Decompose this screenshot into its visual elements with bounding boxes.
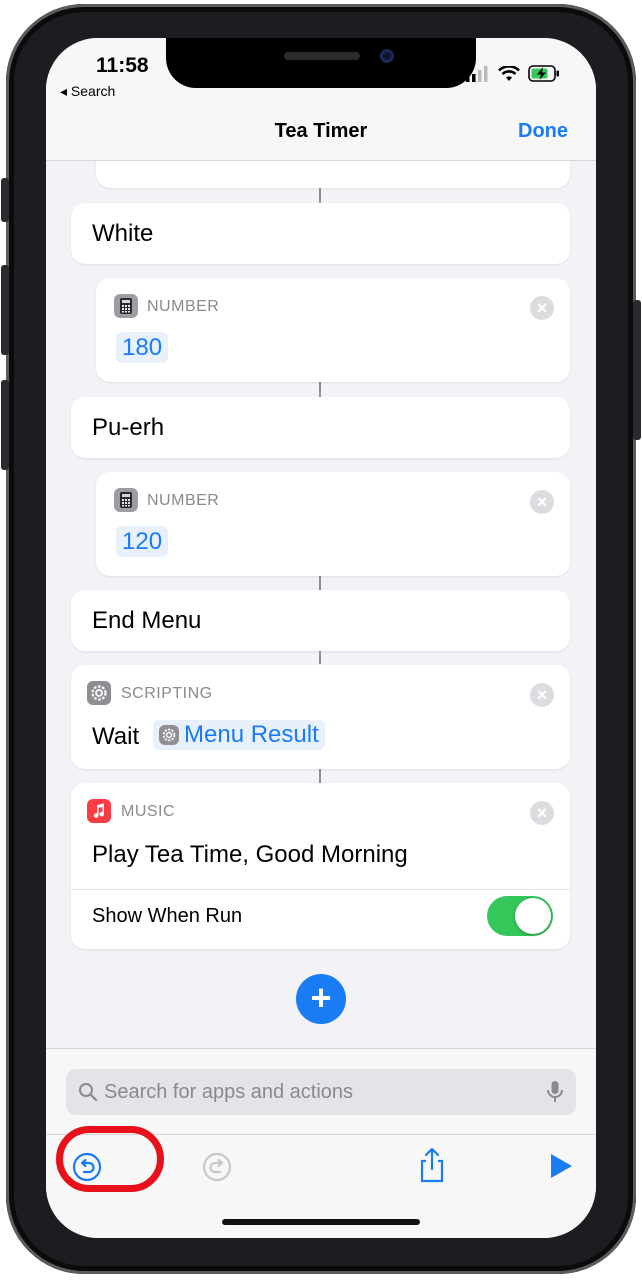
signal-icon (466, 66, 488, 82)
music-action-card[interactable]: MUSIC × Play Tea Time, Good Morning Show… (71, 783, 570, 949)
power-button (633, 300, 641, 440)
calculator-icon (114, 488, 138, 512)
search-input[interactable]: Search for apps and actions (66, 1069, 576, 1115)
back-to-search-link-overlay[interactable]: ◂ Search (60, 83, 115, 100)
speaker-overlay (284, 52, 360, 60)
battery-charging-icon (528, 65, 559, 82)
microphone-icon[interactable] (546, 1080, 564, 1104)
front-camera-overlay (380, 49, 394, 63)
share-icon[interactable] (416, 1146, 448, 1184)
connector-line (319, 769, 321, 783)
music-note-icon (87, 799, 111, 823)
connector-line (319, 382, 321, 398)
menu-item-pu-erh[interactable]: Pu-erh (71, 397, 570, 458)
screen: 11:58 ◂ Search Tea Timer Done 120 11:58 … (46, 38, 596, 1238)
music-action-title[interactable]: Play Tea Time, Good Morning (92, 841, 408, 869)
status-time-overlay: 11:58 (96, 54, 149, 77)
connector-line (319, 576, 321, 590)
divider (71, 889, 570, 890)
page-title-overlay: Tea Timer (274, 120, 368, 142)
toggle-knob (515, 898, 551, 934)
menu-item-label: White (92, 220, 154, 247)
home-indicator (222, 1219, 420, 1225)
wifi-icon (498, 66, 520, 81)
menu-result-variable[interactable]: Menu Result (153, 720, 325, 750)
number-value-field[interactable]: 120 (116, 526, 169, 557)
number-value-field[interactable]: 180 (116, 332, 169, 363)
action-caption: SCRIPTING (121, 685, 213, 702)
number-action-card[interactable]: NUMBER × 180 (96, 278, 570, 382)
remove-action-icon[interactable]: × (530, 296, 554, 320)
notch-overlay (166, 38, 476, 88)
play-icon[interactable] (548, 1152, 574, 1180)
remove-action-icon[interactable]: × (530, 683, 554, 707)
wait-action-card[interactable]: SCRIPTING × Wait Menu Result (71, 665, 570, 769)
action-caption: NUMBER (147, 492, 220, 509)
end-menu-card[interactable]: End Menu (71, 590, 570, 651)
connector-line (319, 188, 321, 204)
search-placeholder: Search for apps and actions (104, 1081, 354, 1103)
gear-icon (159, 725, 179, 745)
menu-item-label: Pu-erh (92, 414, 165, 441)
action-caption: MUSIC (121, 803, 176, 820)
menu-result-label: Menu Result (184, 721, 319, 748)
mute-switch (1, 178, 9, 222)
show-when-run-label: Show When Run (92, 905, 243, 927)
action-caption: NUMBER (147, 298, 220, 315)
gear-icon (87, 681, 111, 705)
add-action-button[interactable]: + (296, 974, 346, 1024)
number-action-card[interactable]: NUMBER × 120 (96, 472, 570, 576)
connector-line (319, 650, 321, 664)
calculator-icon (114, 294, 138, 318)
remove-action-icon[interactable]: × (530, 490, 554, 514)
volume-down-button (1, 380, 9, 470)
menu-item-white[interactable]: White (71, 203, 570, 264)
wait-verb: Wait (92, 723, 140, 750)
remove-action-icon[interactable]: × (530, 801, 554, 825)
volume-up-button (1, 265, 9, 355)
redo-icon[interactable] (200, 1150, 234, 1184)
show-when-run-toggle[interactable] (487, 896, 553, 936)
highlight-ring (56, 1126, 164, 1192)
done-button-overlay[interactable]: Done (518, 120, 568, 143)
search-icon (79, 1083, 98, 1102)
end-menu-label: End Menu (92, 607, 202, 634)
